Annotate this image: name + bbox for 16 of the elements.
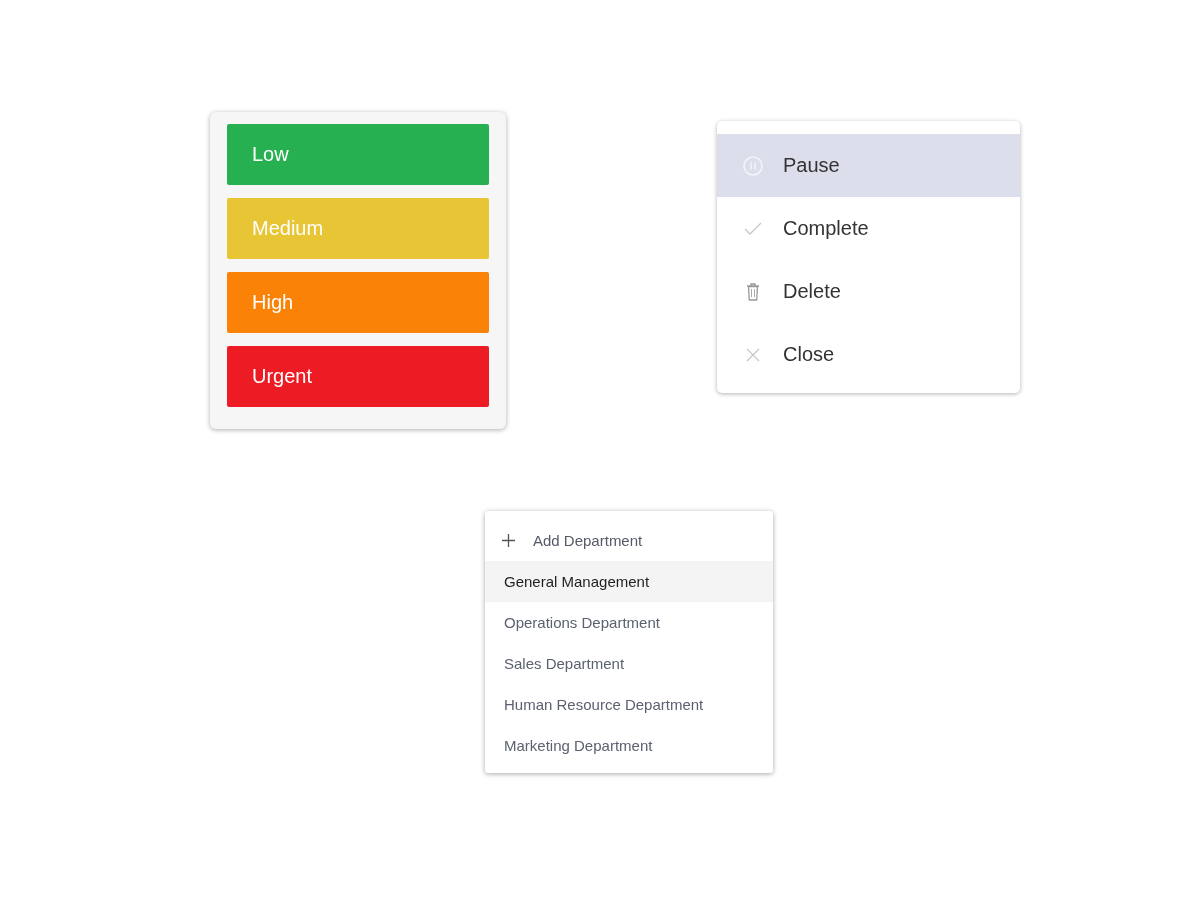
add-department-button[interactable]: Add Department [485,519,773,561]
close-icon [746,347,760,362]
priority-option[interactable]: Urgent [227,346,489,407]
department-item[interactable]: General Management [485,561,773,602]
pause-icon [743,155,763,176]
department-item[interactable]: Operations Department [485,602,773,643]
trash-icon [746,282,760,301]
check-icon [744,222,762,235]
menu-item[interactable]: Delete [717,260,1020,323]
department-item[interactable]: Marketing Department [485,725,773,766]
menu-item[interactable]: Close [717,323,1020,386]
department-item[interactable]: Human Resource Department [485,684,773,725]
menu-item[interactable]: Pause [717,134,1020,197]
department-item[interactable]: Sales Department [485,643,773,684]
plus-icon [502,533,515,547]
menu-item[interactable]: Complete [717,197,1020,260]
